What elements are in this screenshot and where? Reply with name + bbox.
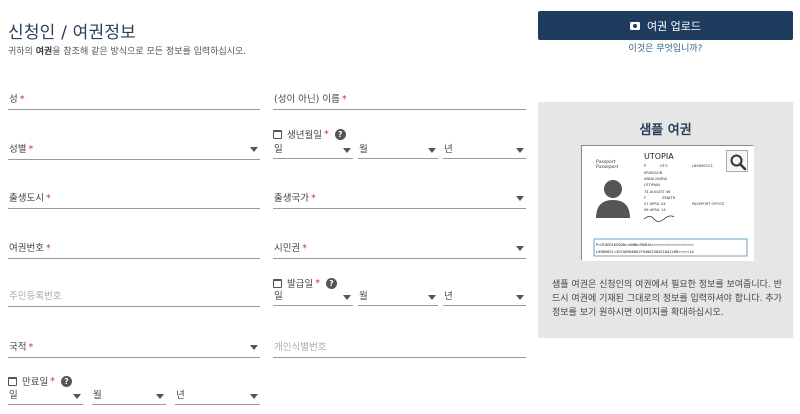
upload-button-label: 여권 업로드 (646, 19, 702, 33)
passport-authority: PASSPORT OFFICE (692, 202, 725, 206)
gender-select[interactable]: 성별 * (8, 138, 260, 160)
birth-city-input[interactable]: 출생도시 * (8, 187, 260, 209)
passport-given-names: ANNA MARIA (644, 177, 668, 181)
issue-year-select[interactable]: 년 (443, 290, 526, 306)
mrz-line-1: P<UTOERIKSSON<<ANNA<MARIA<<<<<<<<<<<<<<<… (596, 243, 694, 247)
help-icon[interactable]: ? (325, 277, 337, 289)
passport-issue-date: 07 APRIL 04 (644, 202, 666, 206)
birth-date-title: 생년월일 * ? (273, 127, 346, 141)
help-icon[interactable]: ? (334, 128, 346, 140)
birth-month-label: 월 (359, 144, 368, 155)
upload-passport-button[interactable]: 여권 업로드 (538, 11, 793, 40)
calendar-icon (273, 129, 282, 139)
gender-label: 성별 * (9, 144, 34, 155)
chevron-down-icon (516, 295, 524, 300)
sample-passport-image[interactable]: Passport Passeport UTOPIA P UTO L898902C… (581, 145, 754, 261)
chevron-down-icon (428, 295, 436, 300)
national-id-input[interactable]: 주민등록번호 (8, 285, 260, 307)
chevron-down-icon (343, 295, 351, 300)
passport-sex: F (644, 196, 646, 200)
instruction-text-post: 을 참조해 같은 방식으로 모든 정보를 입력하십시오. (52, 47, 247, 57)
given-name-input[interactable]: (성이 아닌) 이름 * (273, 88, 526, 110)
birth-year-select[interactable]: 년 (443, 143, 526, 159)
citizenship-label: 시민권 * (274, 243, 307, 254)
nationality-label: 국적 * (9, 342, 34, 353)
chevron-down-icon (516, 148, 524, 153)
expiry-date-title: 만료일 * ? (8, 374, 72, 388)
issue-day-label: 일 (274, 291, 283, 302)
issue-day-select[interactable]: 일 (273, 290, 353, 306)
given-name-label: (성이 아닌) 이름 * (274, 94, 347, 105)
camera-icon (629, 21, 640, 30)
issue-month-select[interactable]: 월 (358, 290, 438, 306)
passport-birth-date: 74 AUGUST 06 (644, 190, 671, 194)
personal-id-placeholder: 개인식별번호 (274, 342, 327, 353)
expiry-year-label: 년 (176, 390, 185, 401)
birth-country-select[interactable]: 출생국가 * (273, 187, 526, 209)
page-title: 신청인 / 여권정보 (8, 23, 137, 43)
passport-number-label: 여권번호 * (9, 243, 51, 254)
calendar-icon (8, 376, 17, 386)
birth-month-select[interactable]: 월 (358, 143, 438, 159)
passport-label-alt: Passeport (596, 164, 618, 170)
expiry-year-select[interactable]: 년 (175, 389, 260, 405)
sample-description: 샘플 여권은 신청인의 여권에서 필요한 정보를 보여줍니다. 반드시 여권에 … (552, 280, 782, 318)
chevron-down-icon (250, 147, 258, 152)
photo-head (604, 180, 622, 198)
expiry-month-select[interactable]: 월 (92, 389, 166, 405)
sample-title: 샘플 여권 (639, 123, 692, 138)
surname-input[interactable]: 성 * (8, 88, 260, 110)
zoom-button[interactable] (726, 150, 748, 172)
chevron-down-icon (516, 196, 524, 201)
chevron-down-icon (516, 246, 524, 251)
chevron-down-icon (73, 394, 81, 399)
chevron-down-icon (250, 394, 258, 399)
birth-year-label: 년 (444, 144, 453, 155)
birth-city-label: 출생도시 * (9, 193, 51, 204)
passport-birth-place: ZENITH (662, 196, 676, 200)
help-icon[interactable]: ? (60, 375, 72, 387)
personal-id-input[interactable]: 개인식별번호 (273, 336, 526, 358)
chevron-down-icon (343, 148, 351, 153)
instruction-text-pre: 귀하의 (8, 47, 36, 57)
instruction-text-bold: 여권 (35, 47, 53, 57)
birth-country-label: 출생국가 * (274, 193, 316, 204)
magnifier-icon (730, 154, 747, 171)
mrz-line-2: L898902C<3UTO6908061F9406236ZE184226B<<<… (596, 250, 694, 254)
birth-day-label: 일 (274, 144, 283, 155)
sample-passport-panel: 샘플 여권 Passport Passeport UTOPIA P UTO L8… (538, 102, 793, 338)
passport-code: UTO (660, 164, 668, 168)
citizenship-select[interactable]: 시민권 * (273, 237, 526, 259)
page-instruction: 귀하의 여권을 참조해 같은 방식으로 모든 정보를 입력하십시오. (8, 44, 246, 57)
calendar-icon (273, 278, 282, 288)
nationality-select[interactable]: 국적 * (8, 336, 260, 358)
expiry-day-label: 일 (9, 390, 18, 401)
passport-number: L898902C3 (692, 164, 713, 168)
expiry-month-label: 월 (93, 390, 102, 401)
chevron-down-icon (156, 394, 164, 399)
birth-day-select[interactable]: 일 (273, 143, 353, 159)
issue-year-label: 년 (444, 291, 453, 302)
passport-nationality: UTOPIAN (644, 183, 660, 187)
expiry-day-select[interactable]: 일 (8, 389, 83, 405)
passport-number-input[interactable]: 여권번호 * (8, 237, 260, 259)
chevron-down-icon (428, 148, 436, 153)
national-id-placeholder: 주민등록번호 (9, 291, 62, 302)
passport-surname: ERIKSSON (644, 171, 663, 175)
passport-country: UTOPIA (644, 152, 674, 161)
surname-label: 성 * (9, 94, 25, 105)
passport-expiry-date: 06 APRIL 14 (644, 208, 666, 212)
issue-month-label: 월 (359, 291, 368, 302)
chevron-down-icon (250, 345, 258, 350)
what-is-this-link[interactable]: 이것은 무엇입니까? (538, 41, 793, 54)
